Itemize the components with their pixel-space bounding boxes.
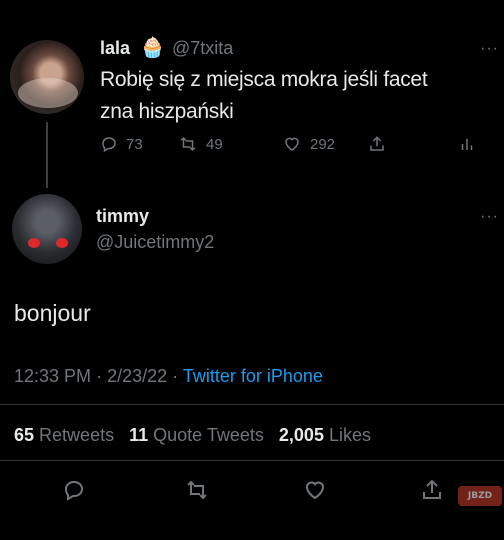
retweet-icon <box>187 480 207 500</box>
parent-more-icon[interactable]: ··· <box>480 40 499 58</box>
parent-reply-count: 73 <box>126 135 143 153</box>
avatar-parent[interactable] <box>10 40 84 114</box>
reply-comment-button[interactable] <box>62 478 86 507</box>
parent-share-button[interactable] <box>368 135 458 153</box>
reply-display-name[interactable]: timmy <box>96 206 149 227</box>
reply-more-icon[interactable]: ··· <box>480 208 499 226</box>
parent-like-button[interactable]: 292 <box>282 135 368 153</box>
analytics-icon <box>461 138 473 150</box>
parent-retweet-button[interactable]: 49 <box>178 135 282 153</box>
share-icon <box>423 479 441 499</box>
parent-handle[interactable]: @7txita <box>172 38 233 59</box>
reply-time[interactable]: 12:33 PM <box>14 366 91 386</box>
parent-reply-button[interactable]: 73 <box>100 135 178 153</box>
avatar-light-left <box>28 238 40 248</box>
avatar-reply[interactable] <box>12 194 82 264</box>
quote-tweets-stat[interactable]: 11 Quote Tweets <box>129 425 264 445</box>
reply-timestamp-row: 12:33 PM · 2/23/22 · Twitter for iPhone <box>14 366 323 386</box>
reply-date[interactable]: 2/23/22 <box>107 366 167 386</box>
reply-action-bar <box>0 470 504 510</box>
reply-like-button[interactable] <box>302 478 328 507</box>
like-icon <box>305 481 325 500</box>
thread-line <box>46 122 48 188</box>
like-icon <box>285 137 299 151</box>
retweet-icon <box>180 136 196 152</box>
parent-display-name[interactable]: lala <box>100 38 130 59</box>
likes-stat[interactable]: 2,005 Likes <box>279 425 371 445</box>
cupcake-emoji-icon: 🧁 <box>140 37 165 59</box>
parent-retweet-count: 49 <box>206 135 223 153</box>
reply-retweet-button[interactable] <box>184 478 210 507</box>
avatar-light-right <box>56 238 68 248</box>
reply-icon <box>64 480 84 501</box>
likes-count: 2,005 <box>278 425 324 445</box>
retweets-stat[interactable]: 65 Retweets <box>14 425 114 445</box>
parent-like-count: 292 <box>310 135 336 153</box>
parent-analytics-button[interactable] <box>458 135 484 153</box>
reply-icon <box>102 137 116 153</box>
parent-tweet-line-2: zna hiszpański <box>100 100 234 123</box>
parent-action-bar: 73 49 292 <box>100 132 484 156</box>
divider-bottom <box>0 460 504 461</box>
quote-tweets-label: Quote Tweets <box>153 425 264 445</box>
reply-tweet-text: bonjour <box>14 300 91 326</box>
divider-top <box>0 404 504 405</box>
watermark-logo: JBZD <box>458 486 502 506</box>
share-icon <box>370 136 384 151</box>
reply-share-button[interactable] <box>420 478 444 507</box>
retweets-count: 65 <box>14 425 35 445</box>
parent-tweet-text: Robię się z miejsca mokra jeśli facet zn… <box>100 64 480 128</box>
reply-handle[interactable]: @Juicetimmy2 <box>96 232 214 253</box>
quote-tweets-count: 11 <box>129 425 149 445</box>
parent-tweet-line-1: Robię się z miejsca mokra jeśli facet <box>100 68 428 91</box>
reply-stats-row: 65 Retweets 11 Quote Tweets 2,005 Likes <box>14 425 371 446</box>
likes-label: Likes <box>328 425 371 445</box>
reply-source-link[interactable]: Twitter for iPhone <box>183 366 323 386</box>
retweets-label: Retweets <box>39 425 115 445</box>
